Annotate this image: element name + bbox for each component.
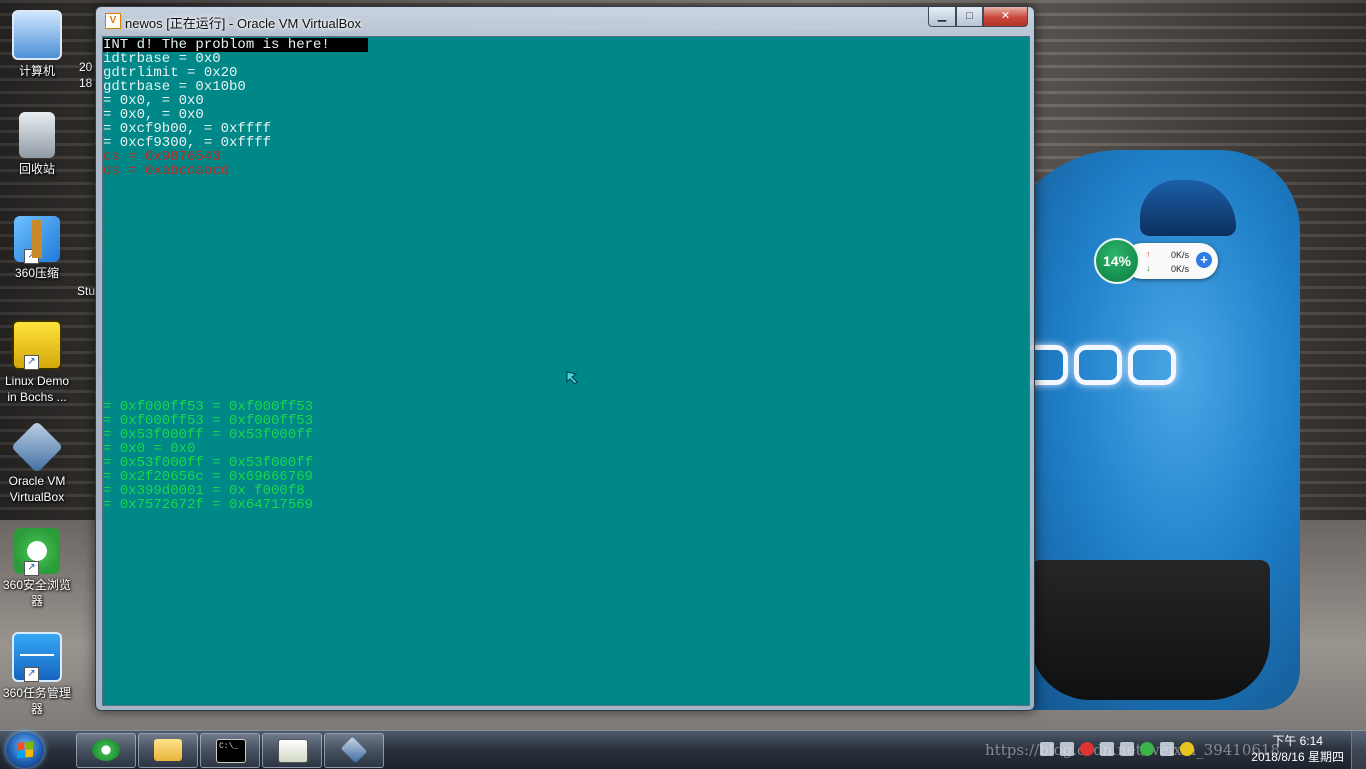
- desktop-icon-label: Oracle VM VirtualBox: [8, 474, 66, 504]
- shortcut-arrow-icon: ↗: [24, 667, 39, 682]
- desktop-icon-computer[interactable]: 计算机: [2, 10, 72, 79]
- tray-sogou-icon[interactable]: [1080, 742, 1094, 756]
- console-line: idtrbase = 0x0: [103, 51, 221, 67]
- taskbar-app-360-browser[interactable]: [76, 733, 136, 768]
- window-controls: ▁ □ ✕: [928, 7, 1028, 27]
- taskbar-app-explorer[interactable]: [138, 733, 198, 768]
- console-line: = 0x0, = 0x0: [103, 93, 204, 109]
- console-line: = 0x399d0001 = 0x f000f8: [103, 483, 305, 499]
- recycle-bin-icon: [19, 112, 55, 158]
- start-button[interactable]: [6, 732, 44, 768]
- desktop-icon-360-task-manager[interactable]: ↗ 360任务管理器: [2, 632, 72, 717]
- tray-network-icon[interactable]: [1100, 742, 1114, 756]
- shortcut-arrow-icon: ↗: [24, 355, 39, 370]
- wallpaper-car-lights: [1020, 345, 1200, 385]
- desktop-icon-label: 360任务管理器: [2, 686, 72, 716]
- show-desktop-button[interactable]: [1351, 731, 1366, 769]
- virtualbox-icon: [10, 420, 64, 474]
- console-line: ds = 0xabcdabcd: [103, 163, 230, 179]
- upload-arrow-icon: ↑: [1146, 249, 1151, 259]
- minimize-button[interactable]: ▁: [928, 7, 956, 27]
- console-line: = 0x0, = 0x0: [103, 107, 204, 123]
- shortcut-arrow-icon: ↗: [24, 249, 39, 264]
- console-line: gdtrlimit = 0x20: [103, 65, 238, 81]
- memory-usage-ball[interactable]: 14%: [1094, 238, 1140, 284]
- virtualbox-icon: [340, 736, 368, 764]
- desktop-icon-recycle-bin[interactable]: 回收站: [2, 112, 72, 177]
- desktop-icon-label: 回收站: [18, 162, 55, 176]
- close-button[interactable]: ✕: [983, 7, 1028, 27]
- download-speed: 0K/s: [1171, 264, 1190, 274]
- 360-browser-icon: ↗: [14, 528, 60, 576]
- console-line: = 0x7572672f = 0x64717569: [103, 497, 314, 513]
- console-line: = 0x0 = 0x0: [103, 441, 196, 457]
- window-title-bar[interactable]: V newos [正在运行] - Oracle VM VirtualBox ▁ …: [96, 7, 1034, 35]
- computer-icon: [12, 10, 62, 60]
- desktop-icon-bochs[interactable]: ↗ Linux Demo in Bochs ...: [2, 320, 72, 405]
- console-line: gdtrbase = 0x10b0: [103, 79, 246, 95]
- partially-hidden-icon-label: Stu: [77, 284, 96, 298]
- tray-360-safe-icon[interactable]: [1180, 742, 1194, 756]
- virtualbox-app-icon[interactable]: V: [105, 13, 121, 29]
- virtualbox-window[interactable]: V newos [正在运行] - Oracle VM VirtualBox ▁ …: [95, 6, 1035, 711]
- accelerate-plus-icon[interactable]: +: [1196, 252, 1212, 268]
- console-line: = 0xcf9b00, = 0xffff: [103, 121, 272, 137]
- guest-display[interactable]: INT d! The problom is here! idtrbase = 0…: [102, 36, 1030, 706]
- notepad-icon: [278, 739, 308, 763]
- wallpaper-car-bumper: [1030, 560, 1270, 700]
- mouse-pointer-icon: [566, 371, 578, 385]
- partially-hidden-icon-label: 20: [79, 60, 93, 74]
- clock-time: 下午 6:14: [1272, 734, 1323, 748]
- tray-360-icon[interactable]: [1140, 742, 1154, 756]
- command-prompt-icon: [216, 739, 246, 763]
- upload-speed: 0K/s: [1171, 250, 1190, 260]
- window-title: newos [正在运行] - Oracle VM VirtualBox: [125, 16, 361, 31]
- tray-usb-icon[interactable]: [1160, 742, 1174, 756]
- tray-folder-icon[interactable]: [1040, 742, 1054, 756]
- shortcut-arrow-icon: ↗: [24, 561, 39, 576]
- desktop-icon-label: 360压缩: [14, 266, 60, 280]
- console-line: INT d! The problom is here!: [103, 38, 368, 52]
- desktop-icon-label: 360安全浏览器: [2, 578, 72, 608]
- desktop-icon-virtualbox[interactable]: Oracle VM VirtualBox: [2, 420, 72, 505]
- taskbar: https://blog.csdn.net/weixin_39410618 下午…: [0, 730, 1366, 769]
- console-line: = 0x53f000ff = 0x53f000ff: [103, 455, 314, 471]
- desktop-icon-360-browser[interactable]: ↗ 360安全浏览器: [2, 528, 72, 609]
- tray-pen-icon[interactable]: [1120, 742, 1134, 756]
- desktop-icon-360zip[interactable]: ↗ 360压缩: [2, 216, 72, 281]
- taskbar-app-notepad[interactable]: [262, 733, 322, 768]
- taskbar-clock[interactable]: 下午 6:14 2018/8/16 星期四: [1251, 733, 1344, 765]
- console-line: = 0xf000ff53 = 0xf000ff53: [103, 399, 314, 415]
- desktop-icon-label: Linux Demo in Bochs ...: [4, 374, 70, 404]
- system-tray: [1040, 742, 1194, 758]
- download-arrow-icon: ↓: [1146, 263, 1151, 273]
- console-line: = 0x53f000ff = 0x53f000ff: [103, 427, 314, 443]
- console-line: = 0x2f20656c = 0x69666769: [103, 469, 314, 485]
- 360-speed-widget[interactable]: 0K/s 0K/s ↑ ↓ 14% +: [1094, 238, 1220, 284]
- clock-date: 2018/8/16 星期四: [1251, 750, 1344, 764]
- taskbar-app-virtualbox[interactable]: [324, 733, 384, 768]
- bochs-icon: ↗: [12, 320, 62, 370]
- 360-browser-icon: [92, 739, 120, 761]
- console-line: = 0xcf9300, = 0xffff: [103, 135, 272, 151]
- 360-task-manager-icon: ↗: [12, 632, 62, 682]
- maximize-button[interactable]: □: [956, 7, 983, 27]
- partially-hidden-icon-label: 18: [79, 76, 93, 90]
- tray-volume-icon[interactable]: [1060, 742, 1074, 756]
- console-line: = 0xf000ff53 = 0xf000ff53: [103, 413, 314, 429]
- desktop-icon-label: 计算机: [18, 64, 55, 78]
- folder-icon: [154, 739, 182, 761]
- 360-zip-icon: ↗: [14, 216, 60, 264]
- taskbar-app-cmd[interactable]: [200, 733, 260, 768]
- console-line: cs = 0x9876543: [103, 149, 221, 165]
